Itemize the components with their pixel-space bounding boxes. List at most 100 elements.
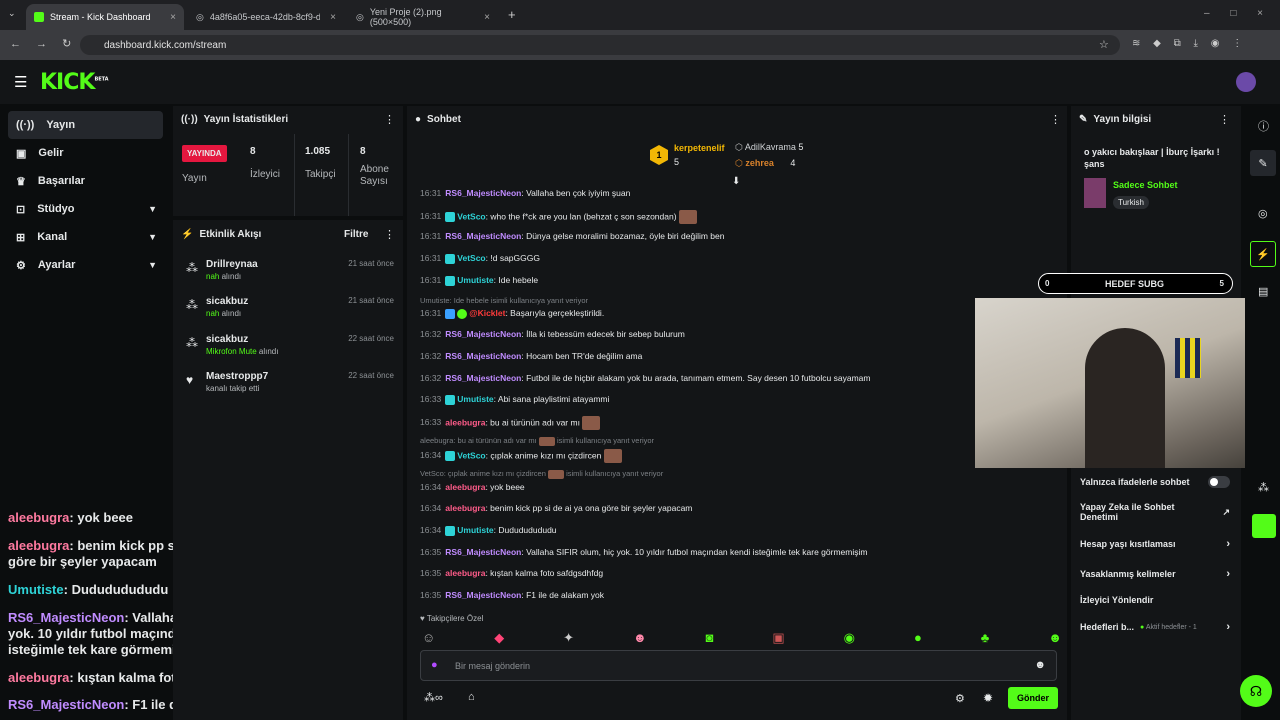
chat-user[interactable]: RS6_MajesticNeon	[445, 373, 521, 383]
emote-icon[interactable]: ♣	[981, 630, 990, 646]
edit-icon[interactable]: ✎	[1250, 150, 1276, 176]
kick-logo[interactable]: KICKBETA	[40, 70, 109, 95]
send-button[interactable]: Gönder	[1008, 687, 1058, 709]
activity-item: ⁂ sicakbuz nah alındı 21 saat önce	[180, 292, 400, 328]
more-options-icon[interactable]: ⋮	[1219, 113, 1230, 126]
bot-icon[interactable]: ✹	[983, 691, 993, 705]
document-icon[interactable]: ▤	[1258, 285, 1268, 298]
chat-user[interactable]: VetSco	[457, 450, 485, 460]
chat-time: 16:35	[420, 590, 442, 600]
sidebar-item-basarilar[interactable]: ♛ Başarılar	[8, 167, 163, 195]
close-tab-icon[interactable]: ×	[484, 12, 490, 23]
tab-list-chevron-icon[interactable]: ⌄	[8, 8, 16, 19]
emoji-picker-icon[interactable]: ☻	[1034, 659, 1046, 671]
chat-user[interactable]: Umutiste	[457, 394, 493, 404]
more-options-icon[interactable]: ⋮	[1050, 113, 1061, 126]
close-tab-icon[interactable]: ×	[170, 12, 176, 23]
chat-user[interactable]: aleebugra	[445, 417, 485, 427]
emote-icon[interactable]: ☻	[633, 630, 647, 646]
emote-only-toggle-row[interactable]: Yalnızca ifadelerle sohbet	[1080, 476, 1230, 488]
chat-user[interactable]: VetSco	[457, 253, 485, 263]
goal-label: HEDEF SUBG	[1105, 279, 1165, 289]
browser-tab[interactable]: ◎ Yeni Proje (2).png (500×500) ×	[348, 4, 498, 30]
chat-user[interactable]: RS6_MajesticNeon	[445, 547, 521, 557]
chat-settings-icon[interactable]: ⚙	[955, 692, 965, 705]
more-options-icon[interactable]: ⋮	[384, 228, 395, 241]
url-field[interactable]: dashboard.kick.com/stream	[80, 35, 1120, 55]
chat-user[interactable]: @Kicklet	[469, 308, 505, 318]
emote-icon[interactable]: ✦	[563, 630, 574, 646]
banned-words-row[interactable]: Yasaklanmış kelimeler ›	[1080, 568, 1230, 580]
follower-count-stat: 1.085 Takipçi	[305, 146, 336, 180]
emote-icon[interactable]: ☺	[422, 630, 435, 646]
wrench-icon: ✎	[1079, 113, 1088, 125]
bookmark-star-icon[interactable]: ☆	[1099, 38, 1109, 51]
emote-icon[interactable]: ◙	[706, 630, 714, 646]
chat-user[interactable]: RS6_MajesticNeon	[445, 329, 521, 339]
chat-user[interactable]: aleebugra	[445, 503, 485, 513]
badge-icon	[445, 451, 456, 461]
emote-icon[interactable]: ▣	[772, 630, 784, 646]
browser-tab[interactable]: ◎ 4a8f6a05-eeca-42db-8cf9-d69... ×	[188, 4, 344, 30]
hamburger-menu-icon[interactable]: ☰	[14, 73, 27, 91]
chat-user[interactable]: aleebugra	[445, 482, 485, 492]
chat-user[interactable]: RS6_MajesticNeon	[445, 590, 521, 600]
lightning-toolbar-icon[interactable]: ⚡	[1250, 241, 1276, 267]
more-options-icon[interactable]: ⋮	[384, 113, 395, 126]
chat-user[interactable]: RS6_MajesticNeon	[445, 351, 521, 361]
nav-buttons[interactable]: ← → ↻	[10, 37, 71, 50]
broadcast-icon: ((·))	[181, 113, 198, 125]
sidebar-item-gelir[interactable]: ▣ Gelir	[8, 139, 163, 167]
sidebar-item-yayin[interactable]: ((·)) Yayın	[8, 111, 163, 139]
points-icon[interactable]: ⁂∞	[424, 691, 443, 704]
lightning-icon: ⚡	[181, 228, 194, 240]
app-toolbar-icon[interactable]	[1252, 514, 1276, 538]
microphone-icon[interactable]: ●	[431, 659, 438, 671]
chat-user[interactable]: aleebugra	[445, 568, 485, 578]
emote-icon[interactable]: ◆	[494, 630, 504, 646]
chat-user[interactable]: VetSco	[457, 211, 485, 221]
category-name[interactable]: Sadece Sohbet	[1113, 180, 1178, 190]
toggle-switch[interactable]	[1208, 476, 1230, 488]
store-icon[interactable]: ⌂	[468, 691, 475, 703]
chat-input[interactable]: ● Bir mesaj gönderin ☻	[420, 650, 1057, 681]
account-age-row[interactable]: Hesap yaşı kısıtlaması ›	[1080, 538, 1230, 550]
emote-icon[interactable]: ◉	[844, 630, 855, 646]
chat-text: : İlla ki tebessüm edecek bir sebep bulu…	[521, 329, 685, 339]
window-controls[interactable]: – □ ×	[1204, 8, 1263, 19]
info-icon[interactable]: ⓘ	[1258, 118, 1269, 134]
emote-icon[interactable]: ☻	[1048, 630, 1062, 646]
support-chat-button[interactable]: ☊	[1240, 675, 1272, 707]
user-avatar[interactable]	[1236, 72, 1256, 92]
chat-user[interactable]: RS6_MajesticNeon	[445, 231, 521, 241]
chat-user[interactable]: Umutiste	[457, 525, 493, 535]
external-link-icon[interactable]: ↗	[1222, 507, 1230, 518]
emote-icon[interactable]: ●	[914, 630, 922, 646]
activity-verb: kanalı takip etti	[206, 384, 260, 393]
ai-moderation-row[interactable]: Yapay Zeka ile Sohbet Denetimi ↗	[1080, 502, 1230, 522]
webcam-preview	[975, 298, 1280, 468]
stats-panel-header: ((·)) Yayın İstatistikleri	[173, 104, 403, 134]
raid-row[interactable]: İzleyici Yönlendir	[1080, 595, 1230, 605]
activity-time: 22 saat önce	[348, 334, 394, 343]
chat-user[interactable]: Umutiste	[457, 275, 493, 285]
pin-toggle-icon[interactable]: ⬇	[732, 176, 740, 187]
sidebar-item-kanal[interactable]: ⊞ Kanal ▼	[8, 223, 163, 251]
filter-button[interactable]: Filtre	[344, 229, 368, 240]
browser-tab-active[interactable]: Stream - Kick Dashboard ×	[26, 4, 184, 30]
activity-user: Maestroppp7	[206, 371, 269, 382]
emote-quickbar[interactable]: ☺ ◆ ✦ ☻ ◙ ▣ ◉ ● ♣ ☻	[422, 630, 1062, 646]
target-icon[interactable]: ◎	[1258, 207, 1268, 220]
points-toolbar-icon[interactable]: ⁂	[1258, 481, 1269, 494]
activity-desc: Mikrofon Mute alındı	[206, 347, 278, 356]
new-tab-icon[interactable]: +	[508, 7, 516, 22]
close-tab-icon[interactable]: ×	[330, 12, 336, 23]
goals-row[interactable]: Hedefleri b... ● Aktif hedefler - 1 ›	[1080, 621, 1230, 633]
activity-user: sicakbuz	[206, 334, 249, 345]
extension-icons[interactable]: ≋ ◆ ⧉ ⤓ ◉ ⋮	[1132, 38, 1242, 49]
chat-user[interactable]: RS6_MajesticNeon	[445, 188, 521, 198]
sidebar-item-ayarlar[interactable]: ⚙ Ayarlar ▼	[8, 251, 163, 279]
sidebar-item-studyo[interactable]: ⊡ Stüdyo ▼	[8, 195, 163, 223]
activity-time: 21 saat önce	[348, 296, 394, 305]
chat-text: : F1 ile de alakam yok	[521, 590, 605, 600]
